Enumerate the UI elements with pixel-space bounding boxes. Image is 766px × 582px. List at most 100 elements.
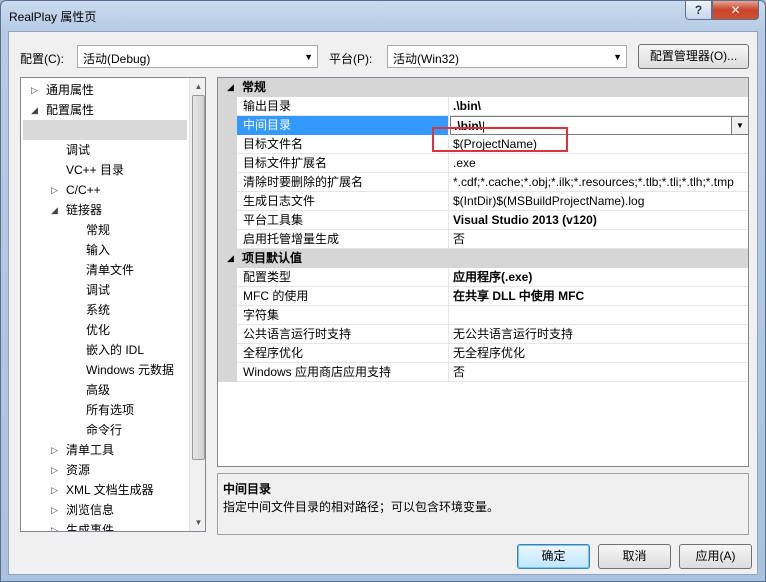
row-gutter [218,230,237,249]
property-row[interactable]: MFC 的使用 在共享 DLL 中使用 MFC [218,287,748,306]
collapse-arrow-icon[interactable]: ◢ [31,100,41,120]
expand-arrow-icon[interactable]: ▷ [51,180,61,200]
property-value: Visual Studio 2013 (v120) [450,211,748,230]
property-value-editor[interactable]: .\bin\| ▼ [450,116,748,135]
row-gutter [218,154,237,173]
row-gutter [218,287,237,306]
property-row[interactable]: Windows 应用商店应用支持否 [218,363,748,382]
property-name: 全程序优化 [237,344,449,363]
property-row[interactable]: 公共语言运行时支持 无公共语言运行时支持 [218,325,748,344]
expand-arrow-icon[interactable]: ▷ [51,520,61,531]
row-gutter [218,116,237,135]
property-value: 否 [450,230,748,249]
collapse-arrow-icon[interactable]: ◢ [227,78,234,97]
config-manager-button[interactable]: 配置管理器(O)... [638,44,749,69]
property-value-text: 应用程序(.exe) [453,270,533,284]
tree-item-label: 所有选项 [86,403,135,417]
property-row[interactable]: 输出目录 .\bin\ [218,97,748,116]
ok-button[interactable]: 确定 [517,544,590,569]
property-value: .exe [450,154,748,173]
property-value: 应用程序(.exe) [450,268,748,287]
tree-item-label: 生成事件 [66,523,115,532]
property-name: 公共语言运行时支持 [237,325,449,344]
property-row[interactable]: 中间目录 .\bin\| ▼ [218,116,748,135]
property-row[interactable]: 字符集 [218,306,748,325]
property-row[interactable]: 目标文件名 $(ProjectName) [218,135,748,154]
expand-arrow-icon[interactable]: ▷ [51,480,61,500]
property-name: 清除时要删除的扩展名 [237,173,449,192]
tree-item-label: XML 文档生成器 [66,483,154,497]
row-gutter [218,135,237,154]
expand-arrow-icon[interactable]: ▷ [51,460,61,480]
platform-combo-value: 活动(Win32) [393,52,460,66]
tree-item-label: 链接器 [66,203,103,217]
scroll-down-icon[interactable]: ▼ [190,514,205,531]
help-button[interactable]: ? [685,1,712,20]
property-value: .\bin\ [450,97,748,116]
property-name: 字符集 [237,306,449,325]
row-gutter [218,306,237,325]
row-gutter [218,211,237,230]
tree-item-label: 系统 [86,303,111,317]
dialog-client-area: 配置(C): 活动(Debug) ▼ 平台(P): 活动(Win32) ▼ 配置… [8,31,758,575]
row-gutter [218,173,237,192]
platform-label: 平台(P): [329,52,373,66]
property-value: *.cdf;*.cache;*.obj;*.ilk;*.resources;*.… [450,173,748,192]
config-label: 配置(C): [20,52,64,66]
chevron-down-icon: ▼ [613,52,622,62]
property-value-text: 否 [453,365,466,379]
property-value: 在共享 DLL 中使用 MFC [450,287,748,306]
property-grid[interactable]: ◢ 常规 输出目录 .\bin\ 中间目录 .\bin\| ▼ 目标文件名 $(ProjectN… [217,77,749,467]
grid-section-header[interactable]: ◢ 常规 [218,78,748,97]
collapse-arrow-icon[interactable]: ◢ [227,249,234,268]
property-row[interactable]: 清除时要删除的扩展名 *.cdf;*.cache;*.obj;*.ilk;*.re… [218,173,748,192]
config-combo-value: 活动(Debug) [83,52,151,66]
row-gutter [218,363,237,382]
row-gutter [218,97,237,116]
row-gutter [218,192,237,211]
property-row[interactable]: 目标文件扩展名 .exe [218,154,748,173]
property-value-text: 否 [453,232,466,246]
scroll-up-icon[interactable]: ▲ [190,78,205,95]
tree-item-label: 清单工具 [66,443,115,457]
cancel-button[interactable]: 取消 [598,544,671,569]
scroll-thumb[interactable] [192,95,205,460]
grid-section-header[interactable]: ◢ 项目默认值 [218,249,748,268]
dropdown-arrow-icon[interactable]: ▼ [731,117,748,134]
property-tree[interactable]: ▷通用属性◢配置属性常规调试VC++ 目录▷C/C++◢链接器常规输入清单文件调… [20,77,206,532]
tree-item-label: 配置属性 [46,103,95,117]
property-row[interactable]: 平台工具集 Visual Studio 2013 (v120) [218,211,748,230]
expand-arrow-icon[interactable]: ▷ [31,80,41,100]
property-value-text: .\bin\ [453,99,481,113]
tree-item-label: 输入 [86,243,111,257]
row-gutter [218,268,237,287]
property-row[interactable]: 生成日志文件 $(IntDir)$(MSBuildProjectName).log [218,192,748,211]
tree-item-label: 命令行 [86,423,123,437]
collapse-arrow-icon[interactable]: ◢ [51,200,61,220]
apply-button[interactable]: 应用(A) [679,544,752,569]
property-value-text: .\bin\ [454,119,482,133]
description-text: 指定中间文件目录的相对路径；可以包含环境变量。 [223,500,500,514]
tree-item-label: 资源 [66,463,91,477]
row-gutter [218,344,237,363]
property-value-text: $(IntDir)$(MSBuildProjectName).log [453,194,645,208]
tree-item-label: 清单文件 [86,263,135,277]
tree-item-label: 调试 [66,143,91,157]
property-row[interactable]: 启用托管增量生成否 [218,230,748,249]
platform-combo[interactable]: 活动(Win32) ▼ [387,45,627,68]
tree-item-label: 常规 [86,223,111,237]
property-name: 中间目录 [237,116,449,135]
expand-arrow-icon[interactable]: ▷ [51,440,61,460]
tree-item-label: C/C++ [66,183,101,197]
property-value: $(IntDir)$(MSBuildProjectName).log [450,192,748,211]
close-button[interactable]: ✕ [712,1,759,20]
config-combo[interactable]: 活动(Debug) ▼ [77,45,318,68]
text-cursor-icon: | [482,119,486,133]
tree-item-label: 通用属性 [46,83,95,97]
expand-arrow-icon[interactable]: ▷ [51,500,61,520]
tree-scrollbar[interactable]: ▲ ▼ [189,78,205,531]
title-bar[interactable]: RealPlay 属性页 ? ✕ [1,1,765,31]
property-row[interactable]: 全程序优化 无全程序优化 [218,344,748,363]
properties-dialog: RealPlay 属性页 ? ✕ 配置(C): 活动(Debug) ▼ 平台(P… [0,0,766,582]
property-row[interactable]: 配置类型 应用程序(.exe) [218,268,748,287]
